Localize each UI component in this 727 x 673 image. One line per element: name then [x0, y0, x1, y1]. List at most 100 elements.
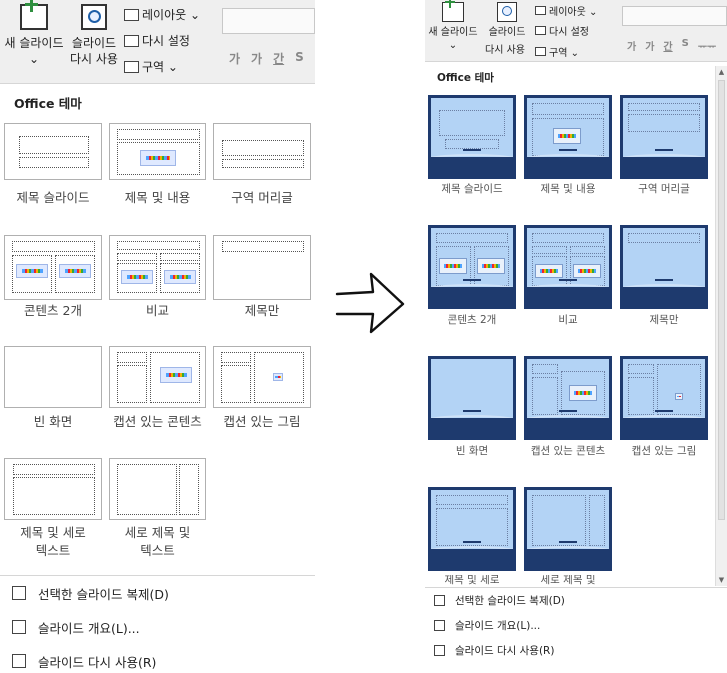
layout-label: 레이아웃 ⌄ — [142, 8, 201, 22]
section-label: 구역 ⌄ — [142, 60, 178, 74]
layout-label-two-content: 콘텐츠 2개 — [24, 303, 82, 318]
layout-thumb-blank[interactable] — [4, 346, 102, 408]
layout-button[interactable]: 레이아웃 ⌄ — [124, 6, 200, 23]
layout-thumb-title-slide[interactable] — [428, 95, 516, 179]
reuse-label-line1: 슬라이드 — [71, 36, 117, 50]
layout-label-blank: 빈 화면 — [455, 445, 489, 457]
reuse-label-line2: 다시 사용 — [485, 45, 525, 56]
slide-outline-label: 슬라이드 개요(L)... — [38, 620, 140, 636]
reset-button[interactable]: 다시 설정 — [535, 23, 589, 38]
scrollbar-thumb[interactable] — [718, 80, 725, 520]
scroll-down-icon[interactable]: ▼ — [716, 574, 727, 586]
chevron-down-icon: ⌄ — [448, 40, 458, 51]
hand-drawn-arrow-icon — [335, 272, 405, 334]
underline-button[interactable]: 간 — [663, 38, 672, 53]
layout-label-title-content: 제목 및 내용 — [124, 190, 191, 205]
font-name-box[interactable] — [622, 6, 727, 26]
italic-button[interactable]: 가 — [645, 38, 654, 53]
bold-button[interactable]: 가 — [627, 38, 636, 53]
layout-thumb-content-caption[interactable] — [524, 356, 612, 440]
layout-thumb-comparison[interactable] — [524, 225, 612, 309]
layout-thumb-picture-caption[interactable] — [213, 346, 311, 408]
layout-thumb-comparison[interactable] — [109, 235, 206, 300]
layout-thumb-two-content[interactable] — [4, 235, 102, 300]
reuse-slides-button[interactable]: 슬라이드 다시 사용 — [66, 4, 122, 67]
font-name-box[interactable] — [222, 8, 315, 34]
shadow-button[interactable]: S — [682, 38, 689, 53]
layout-icon — [124, 8, 139, 21]
layout-thumb-vertical-title-text[interactable] — [109, 458, 206, 520]
layout-thumb-two-content[interactable] — [428, 225, 516, 309]
reuse-slides-icon — [434, 645, 445, 656]
layout-label-blank: 빈 화면 — [33, 414, 73, 429]
bold-button[interactable]: 가 — [229, 50, 240, 67]
slide-outline-item[interactable]: 슬라이드 개요(L)... — [0, 610, 315, 644]
slide-outline-item[interactable]: 슬라이드 개요(L)... — [425, 613, 727, 638]
reuse-slides-item[interactable]: 슬라이드 다시 사용(R) — [425, 638, 727, 663]
layout-thumb-title-vertical-text[interactable] — [428, 487, 516, 571]
layout-label-picture-caption: 캡션 있는 그림 — [631, 445, 697, 457]
layout-gallery-before: 새 슬라이드 ⌄ 슬라이드 다시 사용 레이아웃 ⌄ 다시 설정 구역 ⌄ 가 … — [0, 0, 315, 673]
layout-thumb-vertical-title-text[interactable] — [524, 487, 612, 571]
layout-label-title-slide: 제목 슬라이드 — [16, 190, 90, 205]
reuse-slides-icon — [12, 654, 26, 668]
section-button[interactable]: 구역 ⌄ — [124, 58, 178, 75]
layout-thumb-section-header[interactable] — [620, 95, 708, 179]
layout-thumb-title-only[interactable] — [620, 225, 708, 309]
section-button[interactable]: 구역 ⌄ — [535, 44, 579, 59]
layout-menu: 선택한 슬라이드 복제(D) 슬라이드 개요(L)... 슬라이드 다시 사용(… — [0, 575, 315, 673]
reuse-slides-item[interactable]: 슬라이드 다시 사용(R) — [0, 644, 315, 673]
new-slide-label: 새 슬라이드 — [428, 27, 478, 38]
reset-icon — [124, 34, 139, 47]
reuse-label-line2: 다시 사용 — [70, 51, 118, 66]
reset-icon — [535, 26, 546, 35]
duplicate-slide-item[interactable]: 선택한 슬라이드 복제(D) — [0, 576, 315, 610]
layout-button[interactable]: 레이아웃 ⌄ — [535, 3, 597, 18]
layout-thumb-title-slide[interactable] — [4, 123, 102, 180]
new-slide-icon — [20, 0, 48, 30]
shadow-button[interactable]: S — [295, 50, 304, 67]
duplicate-slide-icon — [12, 586, 26, 600]
outline-icon — [12, 620, 26, 634]
reuse-slides-icon — [497, 2, 517, 22]
strikethrough-button[interactable]: ᅲᅲ — [698, 38, 716, 53]
layout-thumb-blank[interactable] — [428, 356, 516, 440]
layout-label: 레이아웃 ⌄ — [549, 7, 598, 18]
slide-outline-label: 슬라이드 개요(L)... — [455, 620, 541, 632]
reuse-slides-button[interactable]: 슬라이드 — [483, 2, 531, 39]
chevron-down-icon: ⌄ — [28, 51, 40, 66]
format-buttons: 가 가 간 S — [229, 50, 304, 67]
section-icon — [535, 47, 546, 56]
theme-header: Office 테마 — [437, 72, 494, 84]
scroll-up-icon[interactable]: ▲ — [716, 66, 727, 78]
gallery-scrollbar[interactable]: ▲ ▼ — [715, 66, 727, 586]
italic-button[interactable]: 가 — [251, 50, 262, 67]
reuse-slides-label: 슬라이드 다시 사용(R) — [455, 645, 555, 657]
theme-header: Office 테마 — [14, 96, 82, 111]
reset-button[interactable]: 다시 설정 — [124, 32, 190, 49]
ribbon: 새 슬라이드 ⌄ 슬라이드 다시 사용 레이아웃 ⌄ 다시 설정 구역 ⌄ 가 … — [425, 0, 727, 62]
layout-label-title-vertical-text: 제목 및 세로 텍스트 — [20, 525, 86, 559]
layout-label-vertical-title-text: 세로 제목 및 텍스트 — [124, 525, 191, 559]
duplicate-slide-label: 선택한 슬라이드 복제(D) — [38, 586, 169, 602]
layout-thumb-title-vertical-text[interactable] — [4, 458, 102, 520]
layout-thumb-section-header[interactable] — [213, 123, 311, 180]
layout-thumb-picture-caption[interactable] — [620, 356, 708, 440]
new-slide-button[interactable]: 새 슬라이드 ⌄ — [2, 0, 66, 67]
new-slide-button[interactable]: 새 슬라이드 ⌄ — [425, 0, 481, 52]
underline-button[interactable]: 간 — [273, 50, 284, 67]
new-slide-icon — [442, 0, 464, 22]
new-slide-label: 새 슬라이드 — [4, 36, 64, 50]
duplicate-slide-label: 선택한 슬라이드 복제(D) — [455, 595, 565, 607]
layout-label-title-content: 제목 및 내용 — [540, 183, 596, 195]
duplicate-slide-item[interactable]: 선택한 슬라이드 복제(D) — [425, 588, 727, 613]
layout-label-section-header: 구역 머리글 — [231, 190, 293, 205]
layout-label-comparison: 비교 — [145, 303, 169, 318]
section-label: 구역 ⌄ — [549, 48, 579, 59]
layout-label-section-header: 구역 머리글 — [638, 183, 690, 195]
layout-thumb-title-only[interactable] — [213, 235, 311, 300]
layout-thumb-content-caption[interactable] — [109, 346, 206, 408]
reset-label: 다시 설정 — [549, 27, 589, 38]
layout-thumb-title-content[interactable] — [524, 95, 612, 179]
layout-thumb-title-content[interactable] — [109, 123, 206, 180]
